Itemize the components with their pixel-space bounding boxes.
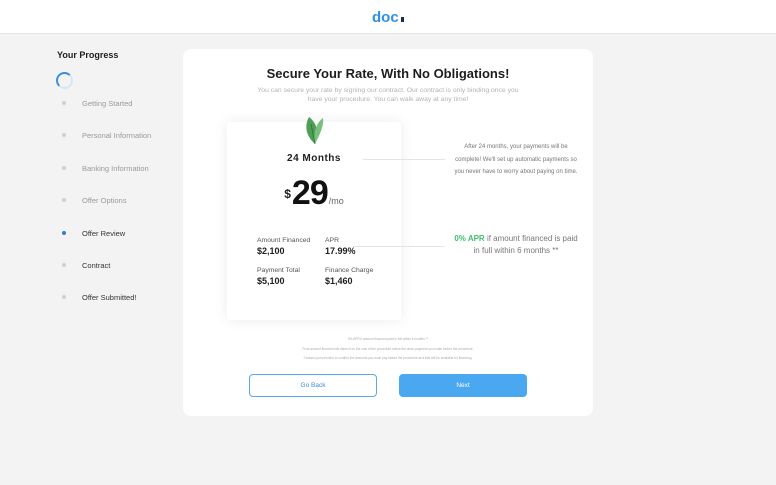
leaf-icon [306, 117, 324, 145]
apr-highlight: 0% APR [454, 234, 485, 243]
finance-charge-value: $1,460 [325, 276, 353, 286]
step-dot-icon [62, 166, 66, 170]
step-offer-submitted: Offer Submitted! [62, 291, 136, 303]
go-back-button[interactable]: Go Back [249, 374, 377, 397]
step-contract: Contract [62, 259, 110, 271]
offer-summary-card: 24 Months $29/mo Amount Financed $2,100 … [227, 117, 401, 320]
monthly-payment: $29/mo [227, 174, 401, 213]
step-personal-information: Personal Information [62, 129, 151, 141]
next-button[interactable]: Next [399, 374, 527, 397]
step-offer-review: Offer Review [62, 227, 125, 239]
apr-value: 17.99% [325, 246, 356, 256]
amount-financed: Amount Financed $2,100 [257, 237, 310, 256]
step-label: Personal Information [82, 130, 152, 140]
page-subtitle: You can secure your rate by signing our … [257, 87, 519, 103]
step-dot-icon [62, 198, 66, 202]
step-getting-started: Getting Started [62, 97, 132, 109]
fine-print-line: Contact your provider to confirm the amo… [303, 356, 473, 360]
apr-label: APR [325, 237, 339, 244]
doc-logo[interactable]: doc [372, 9, 406, 25]
amount-financed-label: Amount Financed [257, 237, 311, 244]
step-dot-icon [62, 263, 66, 267]
payments-note: After 24 months, your payments will be c… [454, 144, 578, 175]
connector-line [353, 246, 445, 247]
apr: APR 17.99% [325, 237, 356, 256]
connector-line [363, 159, 445, 160]
per-month: /mo [328, 196, 344, 206]
apr-note: 0% APR if amount financed is paid in ful… [453, 233, 579, 257]
finance-charge: Finance Charge $1,460 [325, 267, 373, 286]
step-banking-information: Banking Information [62, 162, 149, 174]
payment-total-value: $5,100 [257, 276, 285, 286]
amount-financed-value: $2,100 [257, 246, 285, 256]
top-bar: doc [0, 0, 776, 34]
payment-total-label: Payment Total [257, 267, 300, 274]
step-label: Getting Started [82, 98, 133, 108]
step-offer-options: Offer Options [62, 194, 126, 206]
step-dot-icon [62, 133, 66, 137]
step-label: Banking Information [82, 163, 149, 173]
apr-note-text: if amount financed is paid in full withi… [473, 234, 578, 255]
fine-print-line: Final amount financed will depend on the… [302, 347, 474, 351]
step-label-current: Offer Review [82, 228, 126, 238]
currency-symbol: $ [284, 187, 291, 201]
step-dot-icon [62, 101, 66, 105]
step-label: Offer Submitted! [82, 292, 137, 302]
payment-total: Payment Total $5,100 [257, 267, 300, 286]
svg-text:doc: doc [372, 9, 399, 25]
monthly-amount: 29 [291, 174, 329, 212]
progress-steps: Getting Started Personal Information Ban… [0, 34, 176, 334]
step-dot-active-icon [62, 231, 66, 235]
offer-review-card: Secure Your Rate, With No Obligations! Y… [183, 49, 593, 416]
step-label: Contract [82, 260, 111, 270]
page-title: Secure Your Rate, With No Obligations! [266, 66, 510, 81]
progress-sidebar: Your Progress Getting Started Personal I… [0, 34, 176, 485]
finance-charge-label: Finance Charge [325, 267, 374, 274]
step-label: Offer Options [82, 195, 127, 205]
fine-print-line: 0% APR if amount financed paid in full w… [347, 337, 429, 341]
step-dot-icon [62, 295, 66, 299]
